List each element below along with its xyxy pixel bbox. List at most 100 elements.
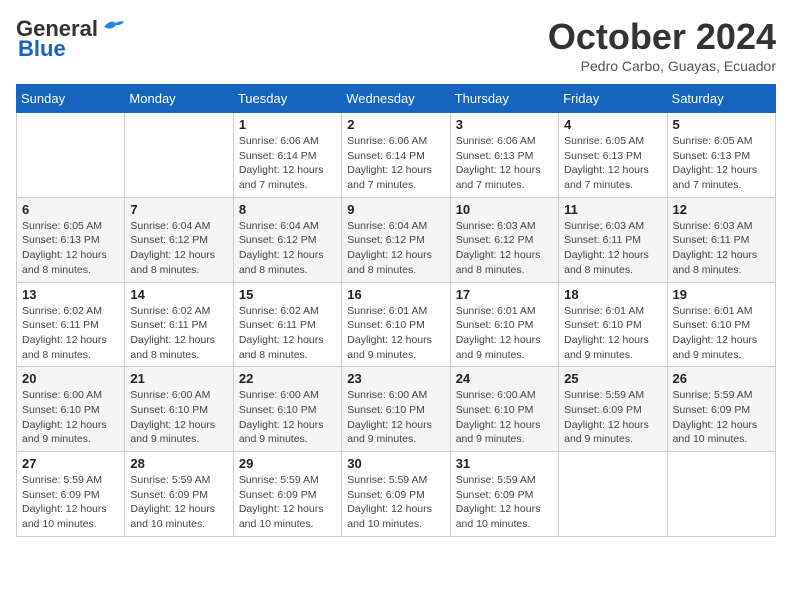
day-number: 19 — [673, 287, 770, 302]
day-number: 25 — [564, 371, 661, 386]
day-cell-16: 16 Sunrise: 6:01 AM Sunset: 6:10 PM Dayli… — [342, 282, 450, 367]
day-info: Sunrise: 6:03 AM Sunset: 6:11 PM Dayligh… — [564, 219, 661, 278]
day-cell-19: 19 Sunrise: 6:01 AM Sunset: 6:10 PM Dayli… — [667, 282, 775, 367]
day-number: 26 — [673, 371, 770, 386]
day-header-monday: Monday — [125, 85, 233, 113]
day-cell-10: 10Sunrise: 6:03 AM Sunset: 6:12 PM Dayli… — [450, 197, 558, 282]
empty-cell — [667, 452, 775, 537]
day-cell-5: 5 Sunrise: 6:05 AM Sunset: 6:13 PM Daylig… — [667, 113, 775, 198]
week-row-3: 13 Sunrise: 6:02 AM Sunset: 6:11 PM Dayli… — [17, 282, 776, 367]
day-header-tuesday: Tuesday — [233, 85, 341, 113]
day-info: Sunrise: 6:00 AM Sunset: 6:10 PM Dayligh… — [456, 388, 553, 447]
day-number: 4 — [564, 117, 661, 132]
day-header-friday: Friday — [559, 85, 667, 113]
day-cell-20: 20Sunrise: 6:00 AM Sunset: 6:10 PM Dayli… — [17, 367, 125, 452]
day-info: Sunrise: 5:59 AM Sunset: 6:09 PM Dayligh… — [130, 473, 227, 532]
day-number: 15 — [239, 287, 336, 302]
month-title: October 2024 — [548, 16, 776, 58]
day-info: Sunrise: 6:03 AM Sunset: 6:12 PM Dayligh… — [456, 219, 553, 278]
day-cell-4: 4 Sunrise: 6:05 AM Sunset: 6:13 PM Daylig… — [559, 113, 667, 198]
day-number: 17 — [456, 287, 553, 302]
logo-bird-icon — [102, 19, 124, 35]
day-number: 5 — [673, 117, 770, 132]
day-info: Sunrise: 6:00 AM Sunset: 6:10 PM Dayligh… — [130, 388, 227, 447]
day-cell-13: 13 Sunrise: 6:02 AM Sunset: 6:11 PM Dayli… — [17, 282, 125, 367]
day-number: 31 — [456, 456, 553, 471]
day-cell-7: 7Sunrise: 6:04 AM Sunset: 6:12 PM Daylig… — [125, 197, 233, 282]
day-number: 29 — [239, 456, 336, 471]
empty-cell — [125, 113, 233, 198]
location-subtitle: Pedro Carbo, Guayas, Ecuador — [548, 58, 776, 74]
empty-cell — [17, 113, 125, 198]
day-cell-12: 12 Sunrise: 6:03 AM Sunset: 6:11 PM Dayli… — [667, 197, 775, 282]
day-info: Sunrise: 6:02 AM Sunset: 6:11 PM Dayligh… — [130, 304, 227, 363]
day-cell-9: 9 Sunrise: 6:04 AM Sunset: 6:12 PM Daylig… — [342, 197, 450, 282]
day-number: 23 — [347, 371, 444, 386]
day-cell-21: 21 Sunrise: 6:00 AM Sunset: 6:10 PM Dayli… — [125, 367, 233, 452]
day-cell-11: 11 Sunrise: 6:03 AM Sunset: 6:11 PM Dayli… — [559, 197, 667, 282]
day-number: 12 — [673, 202, 770, 217]
day-cell-25: 25 Sunrise: 5:59 AM Sunset: 6:09 PM Dayli… — [559, 367, 667, 452]
day-info: Sunrise: 6:02 AM Sunset: 6:11 PM Dayligh… — [239, 304, 336, 363]
day-info: Sunrise: 6:00 AM Sunset: 6:10 PM Dayligh… — [22, 388, 119, 447]
logo: General Blue — [16, 16, 124, 62]
day-cell-15: 15 Sunrise: 6:02 AM Sunset: 6:11 PM Dayli… — [233, 282, 341, 367]
day-number: 14 — [130, 287, 227, 302]
day-info: Sunrise: 6:03 AM Sunset: 6:11 PM Dayligh… — [673, 219, 770, 278]
day-cell-18: 18Sunrise: 6:01 AM Sunset: 6:10 PM Dayli… — [559, 282, 667, 367]
week-row-5: 27 Sunrise: 5:59 AM Sunset: 6:09 PM Dayli… — [17, 452, 776, 537]
day-info: Sunrise: 6:01 AM Sunset: 6:10 PM Dayligh… — [564, 304, 661, 363]
day-cell-22: 22 Sunrise: 6:00 AM Sunset: 6:10 PM Dayli… — [233, 367, 341, 452]
day-number: 27 — [22, 456, 119, 471]
day-cell-30: 30 Sunrise: 5:59 AM Sunset: 6:09 PM Dayli… — [342, 452, 450, 537]
day-info: Sunrise: 5:59 AM Sunset: 6:09 PM Dayligh… — [564, 388, 661, 447]
day-header-thursday: Thursday — [450, 85, 558, 113]
day-info: Sunrise: 5:59 AM Sunset: 6:09 PM Dayligh… — [347, 473, 444, 532]
day-number: 28 — [130, 456, 227, 471]
day-number: 21 — [130, 371, 227, 386]
day-info: Sunrise: 6:05 AM Sunset: 6:13 PM Dayligh… — [673, 134, 770, 193]
calendar-table: SundayMondayTuesdayWednesdayThursdayFrid… — [16, 84, 776, 537]
week-row-1: 1 Sunrise: 6:06 AM Sunset: 6:14 PM Daylig… — [17, 113, 776, 198]
day-info: Sunrise: 6:00 AM Sunset: 6:10 PM Dayligh… — [347, 388, 444, 447]
day-number: 11 — [564, 202, 661, 217]
day-number: 9 — [347, 202, 444, 217]
week-row-4: 20Sunrise: 6:00 AM Sunset: 6:10 PM Dayli… — [17, 367, 776, 452]
day-cell-2: 2Sunrise: 6:06 AM Sunset: 6:14 PM Daylig… — [342, 113, 450, 198]
day-header-saturday: Saturday — [667, 85, 775, 113]
day-info: Sunrise: 6:06 AM Sunset: 6:13 PM Dayligh… — [456, 134, 553, 193]
day-cell-1: 1 Sunrise: 6:06 AM Sunset: 6:14 PM Daylig… — [233, 113, 341, 198]
day-info: Sunrise: 6:05 AM Sunset: 6:13 PM Dayligh… — [564, 134, 661, 193]
calendar-header-row: SundayMondayTuesdayWednesdayThursdayFrid… — [17, 85, 776, 113]
logo-blue: Blue — [18, 36, 66, 62]
day-cell-6: 6 Sunrise: 6:05 AM Sunset: 6:13 PM Daylig… — [17, 197, 125, 282]
title-block: October 2024 Pedro Carbo, Guayas, Ecuado… — [548, 16, 776, 74]
day-number: 24 — [456, 371, 553, 386]
day-info: Sunrise: 6:06 AM Sunset: 6:14 PM Dayligh… — [347, 134, 444, 193]
page-header: General Blue October 2024 Pedro Carbo, G… — [16, 16, 776, 74]
day-cell-8: 8Sunrise: 6:04 AM Sunset: 6:12 PM Daylig… — [233, 197, 341, 282]
day-info: Sunrise: 6:05 AM Sunset: 6:13 PM Dayligh… — [22, 219, 119, 278]
day-info: Sunrise: 6:00 AM Sunset: 6:10 PM Dayligh… — [239, 388, 336, 447]
day-cell-24: 24 Sunrise: 6:00 AM Sunset: 6:10 PM Dayli… — [450, 367, 558, 452]
day-number: 6 — [22, 202, 119, 217]
day-info: Sunrise: 6:02 AM Sunset: 6:11 PM Dayligh… — [22, 304, 119, 363]
day-number: 22 — [239, 371, 336, 386]
day-cell-31: 31Sunrise: 5:59 AM Sunset: 6:09 PM Dayli… — [450, 452, 558, 537]
day-number: 13 — [22, 287, 119, 302]
day-info: Sunrise: 6:04 AM Sunset: 6:12 PM Dayligh… — [130, 219, 227, 278]
day-info: Sunrise: 6:06 AM Sunset: 6:14 PM Dayligh… — [239, 134, 336, 193]
day-cell-28: 28 Sunrise: 5:59 AM Sunset: 6:09 PM Dayli… — [125, 452, 233, 537]
day-info: Sunrise: 6:01 AM Sunset: 6:10 PM Dayligh… — [456, 304, 553, 363]
day-info: Sunrise: 6:04 AM Sunset: 6:12 PM Dayligh… — [347, 219, 444, 278]
day-info: Sunrise: 6:01 AM Sunset: 6:10 PM Dayligh… — [673, 304, 770, 363]
day-cell-29: 29Sunrise: 5:59 AM Sunset: 6:09 PM Dayli… — [233, 452, 341, 537]
day-number: 16 — [347, 287, 444, 302]
day-number: 1 — [239, 117, 336, 132]
day-info: Sunrise: 6:04 AM Sunset: 6:12 PM Dayligh… — [239, 219, 336, 278]
day-cell-27: 27Sunrise: 5:59 AM Sunset: 6:09 PM Dayli… — [17, 452, 125, 537]
day-cell-14: 14 Sunrise: 6:02 AM Sunset: 6:11 PM Dayli… — [125, 282, 233, 367]
empty-cell — [559, 452, 667, 537]
day-number: 30 — [347, 456, 444, 471]
day-info: Sunrise: 6:01 AM Sunset: 6:10 PM Dayligh… — [347, 304, 444, 363]
